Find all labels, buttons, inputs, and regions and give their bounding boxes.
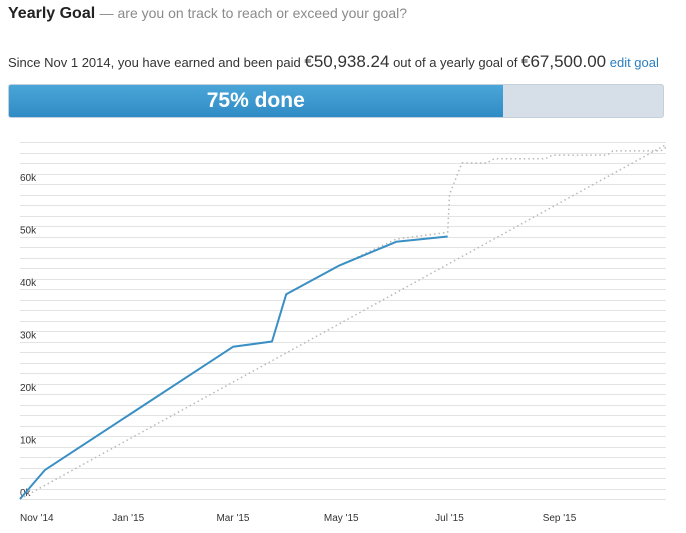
page-title: Yearly Goal: [8, 5, 96, 22]
goal-progress-bar: 75% done: [8, 84, 664, 118]
earnings-chart: 0k10k20k30k40k50k60kNov '14 Jan '15 Mar '1…: [19, 142, 667, 524]
page-header: Yearly Goal — are you on track to reach …: [8, 5, 407, 23]
y-tick-label: 50k: [20, 226, 37, 237]
x-tick-label: Jan '15: [112, 513, 144, 524]
y-tick-label: 60k: [20, 173, 37, 184]
x-tick-label: Nov '14: [20, 513, 54, 524]
page-subtitle: — are you on track to reach or exceed yo…: [99, 5, 408, 21]
earned-amount: €50,938.24: [304, 52, 390, 71]
x-tick-label: Sep '15: [543, 513, 577, 524]
progress-label: 75% done: [206, 89, 305, 112]
projection-line: [19, 146, 667, 500]
edit-goal-link[interactable]: edit goal: [610, 55, 659, 70]
y-tick-label: 10k: [20, 436, 37, 447]
summary-prefix: Since Nov 1 2014, you have earned and be…: [8, 55, 301, 70]
y-tick-label: 40k: [20, 278, 37, 289]
earned-line: [19, 235, 448, 500]
x-tick-label: Mar '15: [216, 513, 249, 524]
y-tick-label: 20k: [20, 383, 37, 394]
x-tick-label: May '15: [324, 513, 359, 524]
earnings-summary: Since Nov 1 2014, you have earned and be…: [8, 52, 659, 72]
goal-amount: €67,500.00: [521, 52, 607, 71]
x-tick-label: Jul '15: [435, 513, 464, 524]
summary-middle: out of a yearly goal of: [393, 55, 518, 70]
y-tick-label: 30k: [20, 331, 37, 342]
